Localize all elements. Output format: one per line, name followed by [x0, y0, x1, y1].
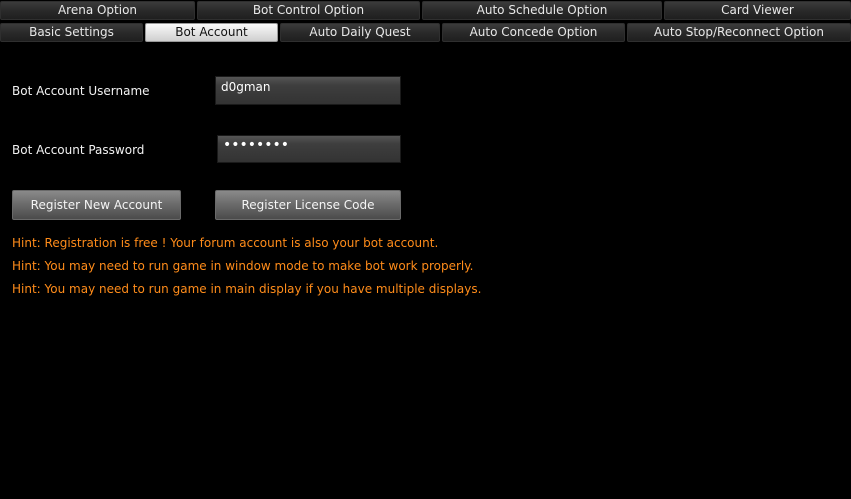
tab-auto-daily-quest[interactable]: Auto Daily Quest: [280, 23, 440, 42]
tab-bot-account[interactable]: Bot Account: [145, 23, 278, 42]
bot-settings-window: Arena Option Bot Control Option Auto Sch…: [0, 0, 851, 499]
register-new-account-button[interactable]: Register New Account: [12, 190, 181, 220]
register-license-code-button[interactable]: Register License Code: [215, 190, 401, 220]
password-input[interactable]: ••••••••: [217, 135, 401, 163]
tab-auto-concede-option[interactable]: Auto Concede Option: [442, 23, 625, 42]
tab-auto-stop-reconnect-option[interactable]: Auto Stop/Reconnect Option: [627, 23, 851, 42]
username-label: Bot Account Username: [12, 84, 150, 98]
tab-card-viewer[interactable]: Card Viewer: [664, 1, 851, 20]
tab-bot-control-option[interactable]: Bot Control Option: [197, 1, 420, 20]
tab-row-bottom: Basic Settings Bot Account Auto Daily Qu…: [0, 23, 851, 43]
hint-main-display: Hint: You may need to run game in main d…: [12, 282, 482, 296]
password-label: Bot Account Password: [12, 143, 145, 157]
hint-window-mode: Hint: You may need to run game in window…: [12, 259, 474, 273]
bot-account-panel: Bot Account Username d0gman Bot Account …: [0, 43, 851, 499]
hint-registration: Hint: Registration is free ! Your forum …: [12, 236, 439, 250]
tab-row-top: Arena Option Bot Control Option Auto Sch…: [0, 1, 851, 21]
tab-arena-option[interactable]: Arena Option: [0, 1, 195, 20]
tab-auto-schedule-option[interactable]: Auto Schedule Option: [422, 1, 662, 20]
username-input[interactable]: d0gman: [215, 76, 401, 105]
tab-basic-settings[interactable]: Basic Settings: [0, 23, 143, 42]
